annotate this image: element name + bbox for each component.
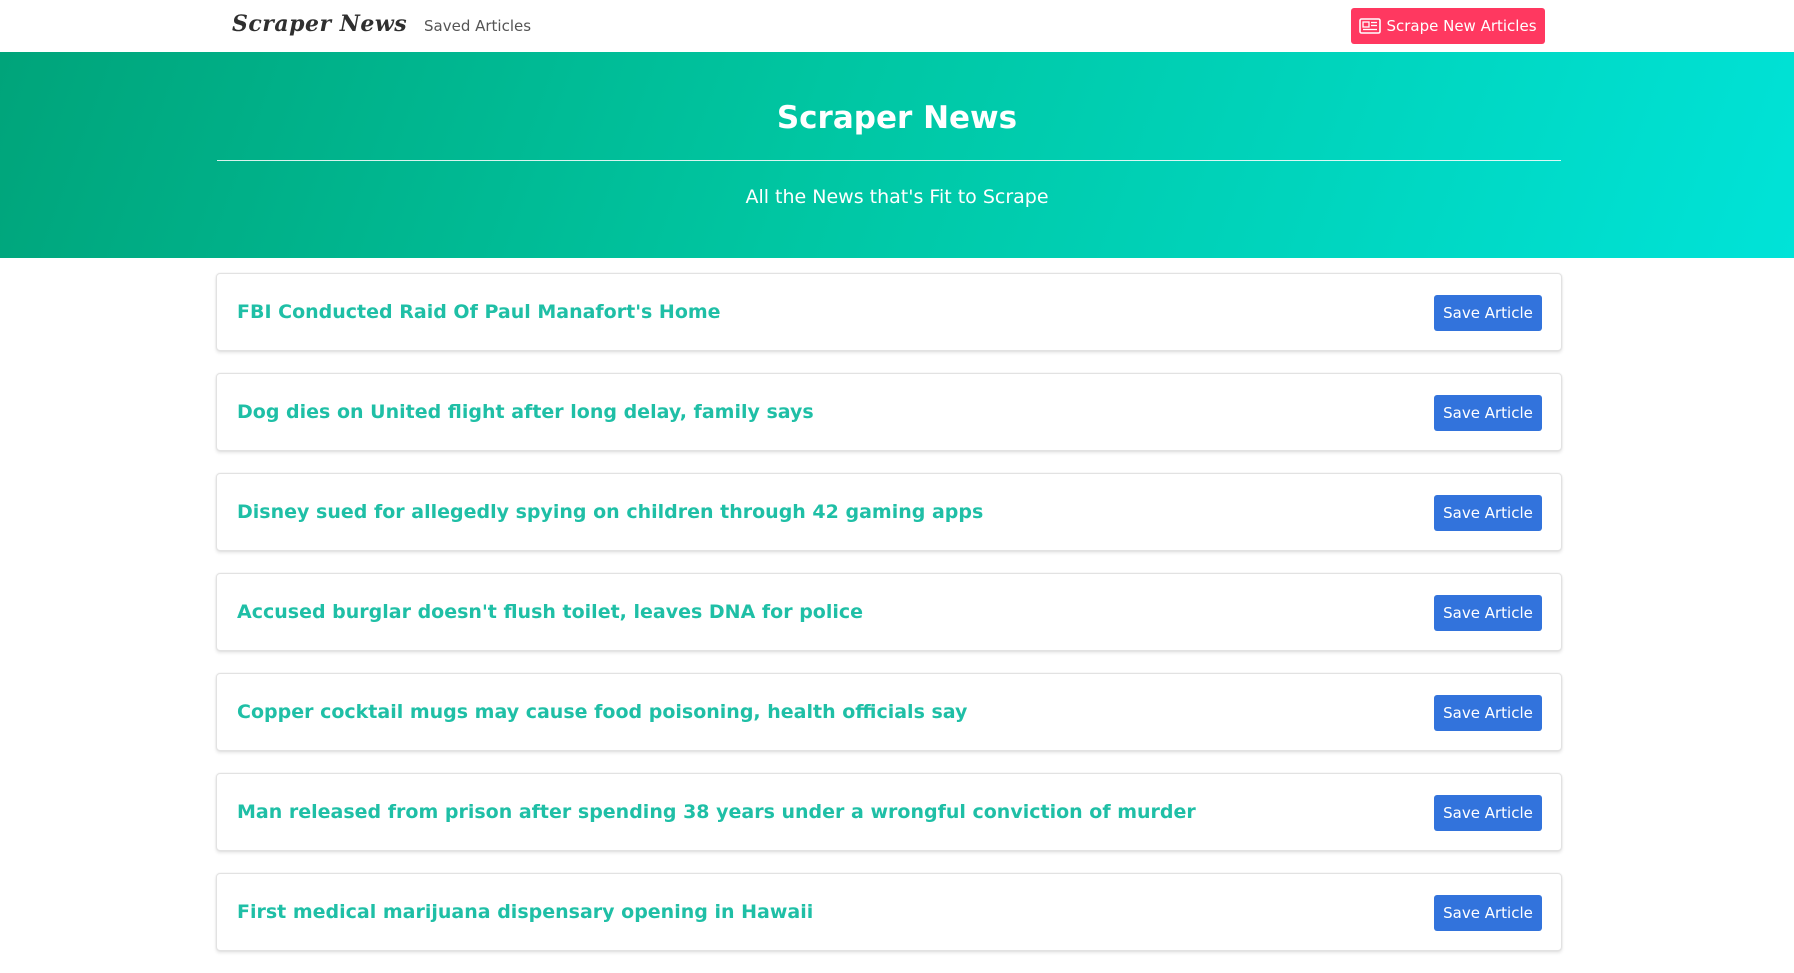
article-card: Disney sued for allegedly spying on chil… bbox=[216, 473, 1562, 551]
article-card: First medical marijuana dispensary openi… bbox=[216, 873, 1562, 951]
save-article-button[interactable]: Save Article bbox=[1434, 295, 1542, 331]
hero-banner: Scraper News All the News that's Fit to … bbox=[0, 52, 1794, 258]
scrape-button-label: Scrape New Articles bbox=[1386, 17, 1537, 35]
article-card: Accused burglar doesn't flush toilet, le… bbox=[216, 573, 1562, 651]
save-article-button[interactable]: Save Article bbox=[1434, 395, 1542, 431]
article-title-link[interactable]: Dog dies on United flight after long del… bbox=[237, 374, 814, 450]
article-card: Copper cocktail mugs may cause food pois… bbox=[216, 673, 1562, 751]
save-article-button[interactable]: Save Article bbox=[1434, 595, 1542, 631]
hero-divider bbox=[217, 160, 1561, 161]
article-card: FBI Conducted Raid Of Paul Manafort's Ho… bbox=[216, 273, 1562, 351]
article-title-link[interactable]: First medical marijuana dispensary openi… bbox=[237, 874, 813, 950]
save-article-button[interactable]: Save Article bbox=[1434, 795, 1542, 831]
saved-articles-link[interactable]: Saved Articles bbox=[424, 17, 531, 35]
newspaper-icon bbox=[1359, 18, 1382, 34]
article-title-link[interactable]: Man released from prison after spending … bbox=[237, 774, 1196, 850]
article-title-link[interactable]: Accused burglar doesn't flush toilet, le… bbox=[237, 574, 863, 650]
top-navbar: Scraper News Saved Articles Scrape New A… bbox=[0, 0, 1794, 52]
article-title-link[interactable]: FBI Conducted Raid Of Paul Manafort's Ho… bbox=[237, 274, 721, 350]
article-card: Man released from prison after spending … bbox=[216, 773, 1562, 851]
save-article-button[interactable]: Save Article bbox=[1434, 695, 1542, 731]
article-title-link[interactable]: Copper cocktail mugs may cause food pois… bbox=[237, 674, 967, 750]
scrape-new-articles-button[interactable]: Scrape New Articles bbox=[1351, 8, 1545, 44]
article-list: FBI Conducted Raid Of Paul Manafort's Ho… bbox=[216, 273, 1562, 973]
article-card: Dog dies on United flight after long del… bbox=[216, 373, 1562, 451]
hero-title: Scraper News bbox=[776, 100, 1018, 136]
article-title-link[interactable]: Disney sued for allegedly spying on chil… bbox=[237, 474, 983, 550]
hero-subtitle: All the News that's Fit to Scrape bbox=[745, 186, 1049, 208]
save-article-button[interactable]: Save Article bbox=[1434, 895, 1542, 931]
brand-logo[interactable]: Scraper News bbox=[232, 11, 407, 37]
save-article-button[interactable]: Save Article bbox=[1434, 495, 1542, 531]
